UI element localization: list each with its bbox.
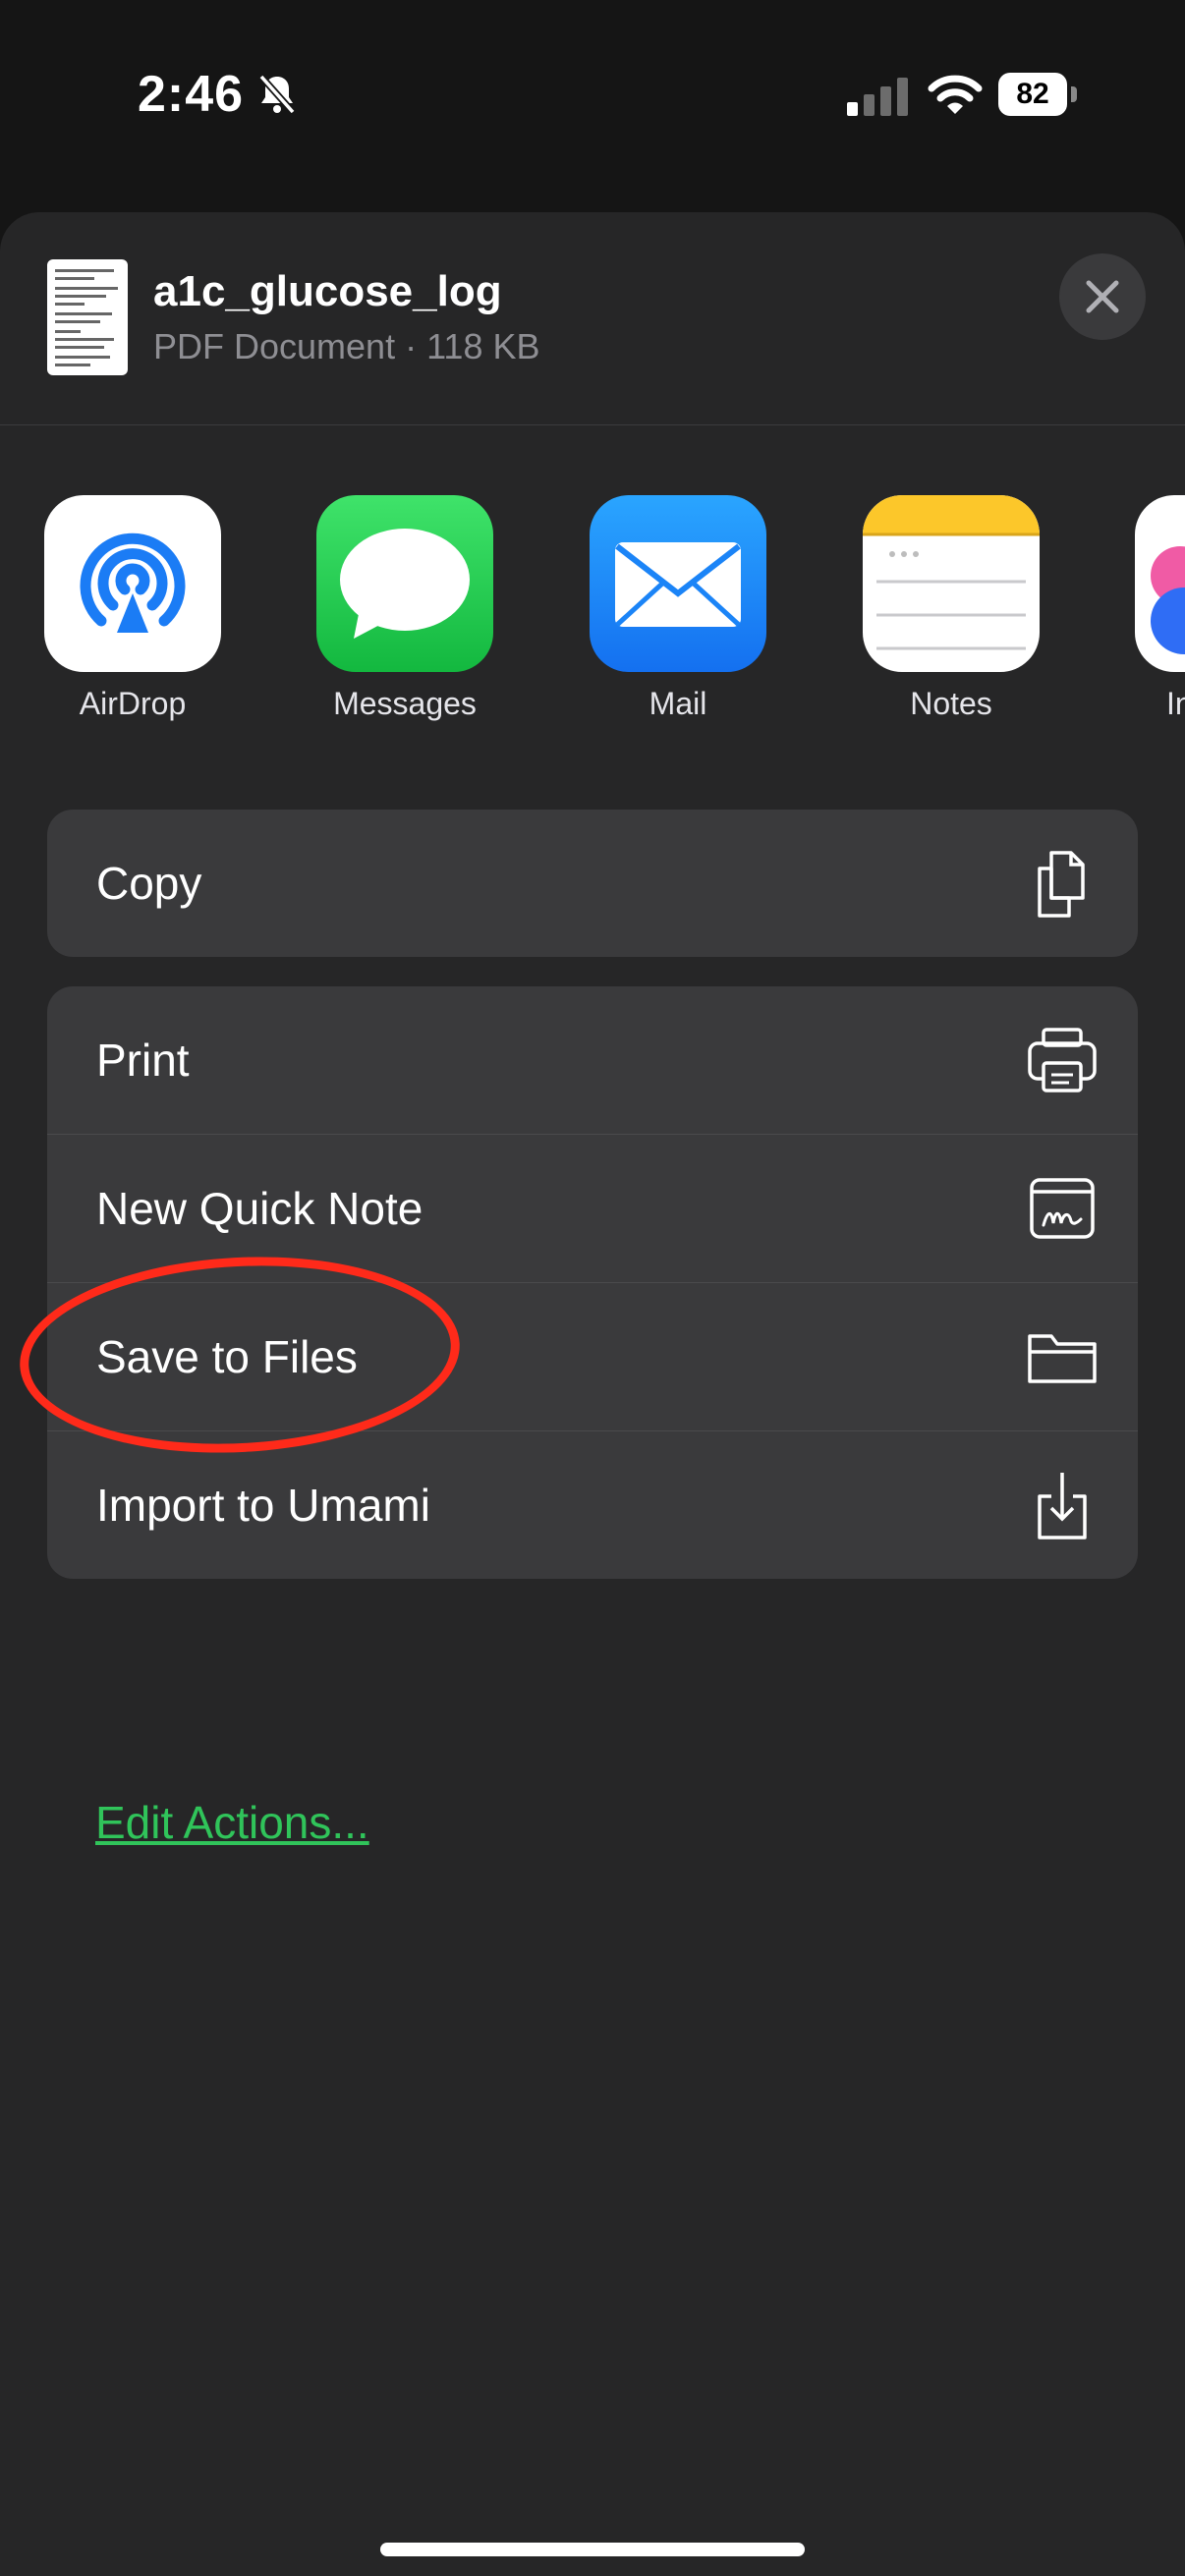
messages-icon	[340, 529, 470, 639]
status-bar: 2:46 82	[0, 0, 1185, 196]
mail-icon	[615, 542, 741, 627]
battery-icon: 82	[998, 73, 1079, 116]
print-action[interactable]: Print	[47, 986, 1138, 1135]
app-notes[interactable]: Notes	[863, 495, 1040, 722]
app-row: AirDrop Messages Mail Notes In	[0, 495, 1185, 751]
app-icon	[1151, 546, 1185, 654]
wifi-icon	[928, 75, 983, 114]
close-icon	[1086, 280, 1119, 313]
cellular-signal-icon	[847, 78, 908, 116]
import-umami-action[interactable]: Import to Umami	[47, 1431, 1138, 1579]
copy-action[interactable]: Copy	[47, 810, 1138, 957]
bell-slash-icon	[258, 74, 296, 115]
home-indicator[interactable]	[380, 2543, 805, 2556]
quick-note-icon	[1030, 1178, 1095, 1239]
edit-actions-link[interactable]: Edit Actions...	[95, 1796, 369, 1849]
app-mail[interactable]: Mail	[590, 495, 766, 722]
clock: 2:46	[138, 66, 245, 123]
share-header: a1c_glucose_log PDF Document · 118 KB	[0, 212, 1185, 425]
document-thumbnail	[47, 259, 128, 375]
import-icon	[1038, 1473, 1087, 1540]
app-airdrop[interactable]: AirDrop	[44, 495, 221, 722]
battery-level: 82	[1016, 78, 1049, 110]
document-title: a1c_glucose_log	[153, 267, 502, 315]
close-button[interactable]	[1059, 253, 1146, 340]
notes-icon	[863, 495, 1040, 650]
folder-icon	[1028, 1334, 1097, 1383]
airdrop-icon	[80, 532, 186, 633]
document-subtitle: PDF Document · 118 KB	[153, 326, 540, 366]
printer-icon	[1028, 1028, 1097, 1092]
action-group-copy: Copy	[47, 810, 1138, 957]
app-messages[interactable]: Messages	[316, 495, 493, 722]
app-partial[interactable]: In	[1135, 495, 1185, 722]
copy-icon	[1038, 851, 1085, 918]
